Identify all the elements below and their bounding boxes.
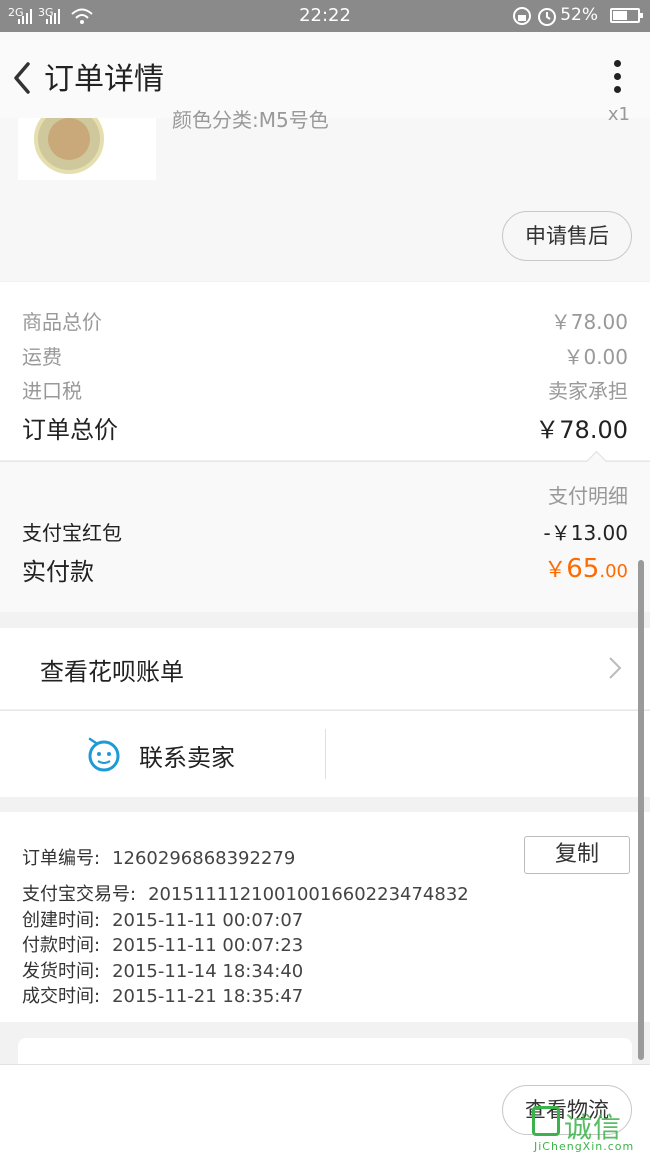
watermark-subtext: JiChengXin.com <box>534 1140 635 1153</box>
watermark-logo: 诚信 JiChengXin.com <box>532 1104 642 1154</box>
chat-smile-icon <box>88 737 120 772</box>
order-number-row: 订单编号: 1260296868392279 <box>22 844 295 870</box>
watermark-box-icon <box>532 1106 560 1136</box>
scrollbar[interactable] <box>638 560 644 1060</box>
product-image <box>34 118 104 174</box>
shipped-time-value: 2015-11-14 18:34:40 <box>112 961 304 982</box>
order-number-value: 1260296868392279 <box>112 848 296 869</box>
order-total-value: ￥78.00 <box>535 416 628 444</box>
payment-detail-link[interactable]: 支付明细 <box>548 480 628 509</box>
product-section: 颜色分类:M5号色 x1 申请售后 <box>0 104 650 281</box>
status-bar: 2G 3G 22:22 52% <box>0 0 650 32</box>
paid-integer: 65 <box>566 554 600 584</box>
copy-button[interactable]: 复制 <box>524 836 630 874</box>
alipay-trade-label: 支付宝交易号: <box>22 884 137 905</box>
back-arrow-icon[interactable] <box>8 58 44 98</box>
contact-seller-button[interactable]: 联系卖家 <box>139 738 235 773</box>
alarm-icon <box>538 8 556 26</box>
contact-section: 联系卖家 <box>0 710 650 797</box>
price-breakdown: 商品总价 ￥78.00 运费 ￥0.00 进口税 卖家承担 订单总价 ￥78.0… <box>0 282 650 460</box>
more-menu-icon[interactable] <box>612 60 622 96</box>
alipay-trade-row: 支付宝交易号: 2015111121001001660223474832 <box>22 880 469 906</box>
paid-time-label: 付款时间: <box>22 935 101 956</box>
battery-icon <box>610 8 643 23</box>
alipay-trade-value: 2015111121001001660223474832 <box>148 884 469 905</box>
order-total-label: 订单总价 <box>22 416 118 444</box>
import-tax-label: 进口税 <box>22 379 82 403</box>
created-time-label: 创建时间: <box>22 910 101 931</box>
created-time-value: 2015-11-11 00:07:07 <box>112 910 304 931</box>
red-packet-label: 支付宝红包 <box>22 521 122 545</box>
red-packet-value: -￥13.00 <box>543 521 628 545</box>
chevron-right-icon <box>609 657 622 679</box>
paid-currency: ￥ <box>544 558 567 583</box>
product-quantity: x1 <box>607 104 630 125</box>
completed-time-label: 成交时间: <box>22 986 101 1007</box>
divider <box>325 729 326 779</box>
shipped-time-label: 发货时间: <box>22 961 101 982</box>
payment-details: 支付明细 支付宝红包 -￥13.00 实付款 ￥65.00 <box>0 450 650 612</box>
order-number-label: 订单编号: <box>22 848 101 869</box>
shipping-label: 运费 <box>22 345 62 369</box>
product-spec: 颜色分类:M5号色 <box>172 108 329 132</box>
page-title: 订单详情 <box>44 62 164 97</box>
battery-percent: 52% <box>560 5 598 25</box>
product-thumbnail[interactable] <box>18 118 156 180</box>
paid-time-value: 2015-11-11 00:07:23 <box>112 935 304 956</box>
paid-time-row: 付款时间: 2015-11-11 00:07:23 <box>22 931 303 957</box>
paid-amount: ￥65.00 <box>544 552 628 584</box>
goods-total-label: 商品总价 <box>22 310 102 334</box>
completed-time-row: 成交时间: 2015-11-21 18:35:47 <box>22 982 303 1008</box>
paid-decimal: .00 <box>599 561 628 582</box>
order-info: 订单编号: 1260296868392279 复制 支付宝交易号: 20151111… <box>0 812 650 1022</box>
huabei-bill-row[interactable]: 查看花呗账单 <box>0 628 650 709</box>
completed-time-value: 2015-11-21 18:35:47 <box>112 986 304 1007</box>
after-sale-button[interactable]: 申请售后 <box>502 211 632 261</box>
huabei-bill-label: 查看花呗账单 <box>40 658 184 686</box>
shipped-time-row: 发货时间: 2015-11-14 18:34:40 <box>22 957 303 983</box>
import-tax-value: 卖家承担 <box>548 379 628 403</box>
rotation-lock-icon <box>513 7 531 25</box>
paid-label: 实付款 <box>22 558 94 586</box>
created-time-row: 创建时间: 2015-11-11 00:07:07 <box>22 906 303 932</box>
shipping-value: ￥0.00 <box>563 345 628 369</box>
goods-total-value: ￥78.00 <box>550 310 628 334</box>
